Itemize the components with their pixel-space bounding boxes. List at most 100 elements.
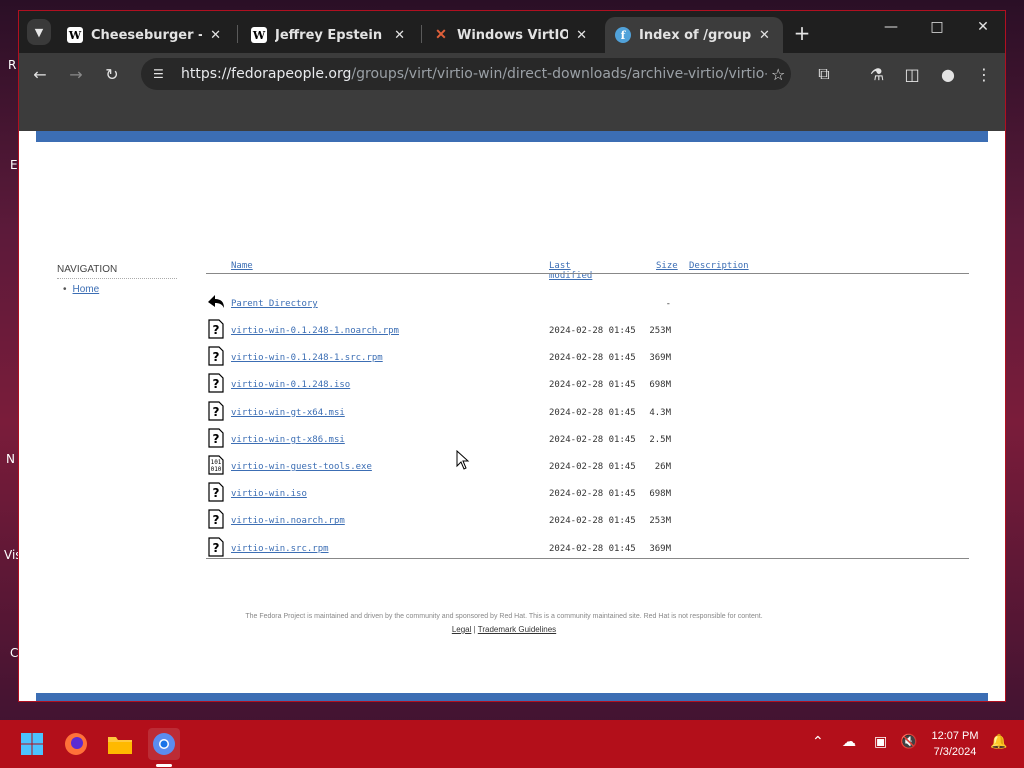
show-hidden-icons-button[interactable]: ⌃: [812, 734, 824, 750]
sort-by-size-link[interactable]: Size: [656, 261, 678, 271]
taskbar-file-explorer[interactable]: [104, 728, 136, 760]
svg-text:?: ?: [213, 432, 220, 446]
file-row: ? virtio-win.noarch.rpm 2024-02-28 01:45 25…: [19, 509, 1005, 543]
svg-text:010: 010: [211, 466, 222, 473]
close-icon[interactable]: ✕: [394, 28, 405, 43]
unknown-file-icon: ?: [208, 509, 224, 529]
file-link[interactable]: virtio-win-gt-x64.msi: [231, 408, 345, 418]
file-size: 253M: [649, 326, 671, 336]
wikipedia-icon: W: [67, 27, 83, 43]
url-text[interactable]: https://fedorapeople.org/groups/virt/vir…: [181, 66, 767, 82]
chevron-up-icon: ⌃: [812, 734, 824, 750]
parent-directory-row: Parent Directory -: [19, 295, 1005, 326]
tab-label: Jeffrey Epstein - Wikipedia: [275, 27, 386, 43]
footer-disclaimer: The Fedora Project is maintained and dri…: [245, 613, 763, 620]
desktop-text-fragment: N: [6, 452, 15, 466]
extensions-button[interactable]: ⧉: [811, 61, 837, 87]
volume-icon[interactable]: 🔇: [900, 734, 917, 750]
display-icon[interactable]: ▣: [874, 734, 887, 750]
svg-text:?: ?: [213, 541, 220, 555]
taskbar-firefox[interactable]: [60, 728, 92, 760]
file-size: 698M: [649, 380, 671, 391]
home-link[interactable]: Home: [73, 284, 100, 295]
tab-label: Index of /groups/virt: [639, 27, 751, 43]
parent-directory-link[interactable]: Parent Directory: [231, 299, 318, 309]
file-link[interactable]: virtio-win-gt-x86.msi: [231, 435, 345, 445]
unknown-file-icon: ?: [208, 373, 224, 393]
sort-by-modified-link[interactable]: Last modified: [549, 261, 592, 281]
tab-label: Windows VirtIO Drivers: [457, 27, 569, 43]
url-path: /groups/virt/virtio-win/direct-downloads…: [351, 66, 767, 82]
mouse-cursor-icon: [456, 450, 470, 470]
unknown-file-icon: ?: [208, 536, 224, 557]
file-link[interactable]: virtio-win-0.1.248.iso: [231, 380, 350, 390]
footer-separator: |: [473, 625, 476, 634]
desktop-text-fragment: E: [10, 158, 18, 172]
tab-index-groups-virt[interactable]: f Index of /groups/virt ✕: [605, 17, 783, 53]
side-panel-button[interactable]: ◫: [899, 61, 925, 87]
notifications-icon[interactable]: 🔔: [990, 734, 1007, 750]
file-size: -: [665, 299, 671, 309]
back-button[interactable]: ←: [27, 61, 53, 87]
tab-label: Cheeseburger - Wikipedia: [91, 27, 202, 43]
tab-cheeseburger[interactable]: W Cheeseburger - Wikipedia ✕: [57, 17, 231, 53]
file-link[interactable]: virtio-win-guest-tools.exe: [231, 462, 372, 472]
file-link[interactable]: virtio-win.noarch.rpm: [231, 516, 345, 526]
close-icon[interactable]: ✕: [576, 28, 587, 43]
file-link[interactable]: virtio-win.src.rpm: [231, 544, 329, 554]
chevron-down-icon: ▼: [34, 25, 44, 39]
page-content: NAVIGATION • Home Name Last modified Size…: [19, 131, 1005, 701]
sort-by-name-link[interactable]: Name: [231, 261, 253, 271]
trademark-guidelines-link[interactable]: Trademark Guidelines: [478, 625, 556, 634]
legal-link[interactable]: Legal: [452, 625, 472, 634]
close-icon[interactable]: ✕: [759, 28, 770, 43]
svg-text:?: ?: [213, 350, 220, 364]
folder-icon: [108, 737, 132, 754]
close-icon[interactable]: ✕: [210, 28, 221, 43]
forward-button[interactable]: →: [63, 61, 89, 87]
file-size: 4.3M: [649, 407, 671, 418]
reload-icon: ↻: [105, 64, 119, 84]
tab-jeffrey-epstein[interactable]: W Jeffrey Epstein - Wikipedia ✕: [241, 17, 415, 53]
profile-button[interactable]: ●: [935, 61, 961, 87]
maximize-icon: □: [930, 19, 944, 35]
address-bar[interactable]: ☰ https://fedorapeople.org/groups/virt/v…: [141, 58, 791, 90]
sort-by-description-link[interactable]: Description: [689, 261, 749, 271]
chrome-icon: [153, 733, 175, 755]
file-row: ? virtio-win-gt-x86.msi 2024-02-28 01:45 2.…: [19, 428, 1005, 462]
minimize-button[interactable]: —: [876, 19, 906, 35]
bookmark-star-icon[interactable]: ☆: [771, 65, 785, 84]
file-row: ? virtio-win.iso 2024-02-28 01:45 698M: [19, 482, 1005, 516]
labs-button[interactable]: ⚗: [864, 61, 890, 87]
tab-virtio-drivers[interactable]: ✕ Windows VirtIO Drivers ✕: [423, 17, 597, 53]
svg-text:101: 101: [211, 459, 222, 466]
file-link[interactable]: virtio-win-0.1.248-1.src.rpm: [231, 353, 383, 363]
maximize-button[interactable]: □: [922, 19, 952, 35]
desktop-text-fragment: R: [8, 58, 17, 72]
menu-button[interactable]: ⋮: [971, 61, 997, 87]
taskbar-chrome[interactable]: [148, 728, 180, 760]
fedora-icon: f: [615, 27, 631, 43]
site-settings-icon[interactable]: ☰: [153, 67, 169, 81]
start-button[interactable]: [16, 728, 48, 760]
file-link[interactable]: virtio-win-0.1.248-1.noarch.rpm: [231, 326, 399, 336]
network-icon[interactable]: ☁: [842, 734, 856, 750]
side-panel-icon: ◫: [904, 64, 920, 84]
unknown-file-icon: ?: [208, 428, 224, 448]
arrow-right-icon: →: [69, 64, 83, 84]
unknown-file-icon: ?: [208, 346, 224, 366]
file-row: ? virtio-win-0.1.248-1.src.rpm 2024-02-28 …: [19, 346, 1005, 380]
file-modified: 2024-02-28 01:45: [549, 434, 636, 445]
back-arrow-icon: [208, 295, 224, 308]
tab-search-button[interactable]: ▼: [27, 19, 51, 45]
close-window-button[interactable]: ✕: [968, 19, 998, 35]
reload-button[interactable]: ↻: [99, 61, 125, 87]
puzzle-icon: ⧉: [818, 64, 830, 83]
system-clock[interactable]: 12:07 PM 7/3/2024: [922, 728, 988, 760]
file-row: ? virtio-win-0.1.248.iso 2024-02-28 01:45 6…: [19, 373, 1005, 407]
new-tab-button[interactable]: +: [791, 21, 813, 45]
tab-separator: [421, 25, 422, 43]
wikipedia-icon: W: [251, 27, 267, 43]
file-link[interactable]: virtio-win.iso: [231, 489, 307, 499]
file-modified: 2024-02-28 01:45: [549, 516, 636, 527]
